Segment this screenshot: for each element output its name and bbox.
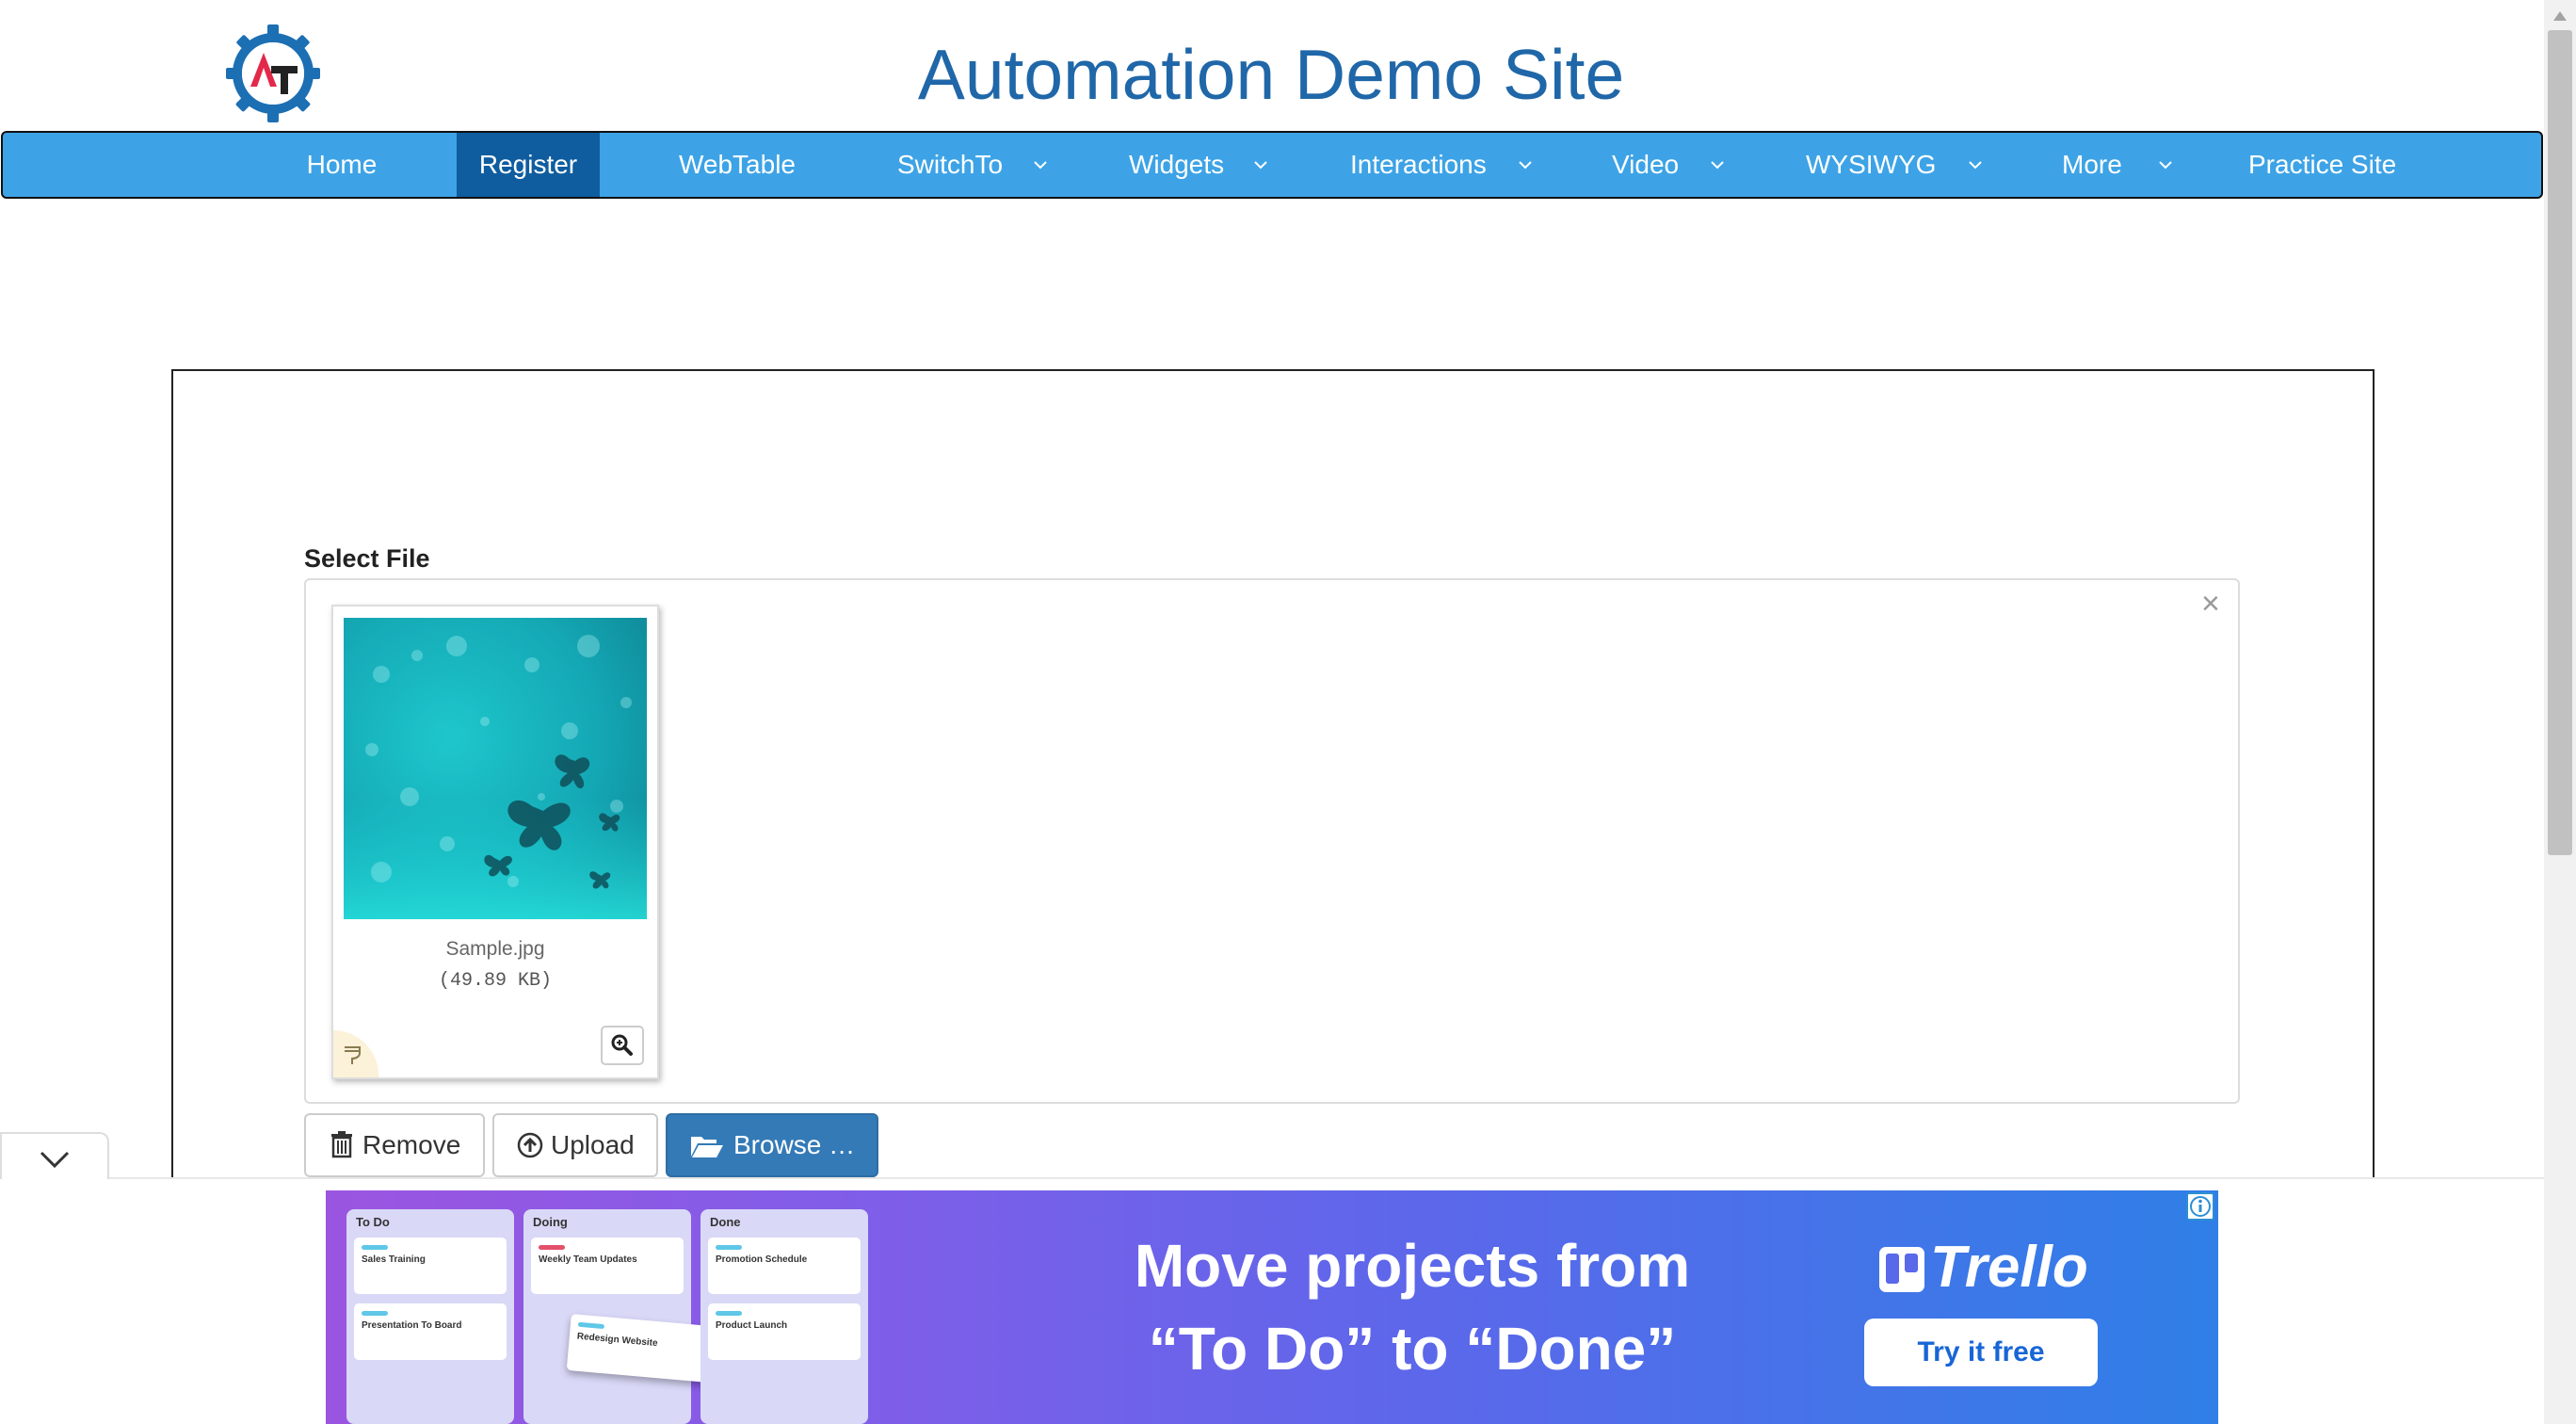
browse-button-label: Browse … [733,1130,856,1159]
main-navbar: Home Register WebTable SwitchTo Widgets … [1,131,2543,199]
upload-button[interactable]: Upload [492,1113,658,1177]
board-card-title: Weekly Team Updates [539,1254,637,1265]
close-icon[interactable]: × [2201,588,2220,620]
file-name: Sample.jpg [445,938,545,960]
browse-button[interactable]: Browse … [666,1113,878,1177]
try-it-free-button[interactable]: Try it free [1864,1319,2098,1386]
trash-icon [331,1131,352,1158]
chevron-down-icon [2159,161,2172,170]
nav-wysiwyg[interactable]: WYSIWYG [1806,133,1994,197]
file-preview-card: Sample.jpg (49.89 KB) [331,605,659,1079]
upload-icon [517,1132,543,1158]
collapse-ad-tab[interactable] [0,1132,109,1179]
nav-video[interactable]: Video [1612,133,1744,197]
nav-wysiwyg-label: WYSIWYG [1806,150,1937,179]
nav-webtable[interactable]: WebTable [662,133,813,197]
board-column: Doing Weekly Team Updates Redesign Websi… [523,1209,724,1424]
board-column-title: Doing [533,1215,568,1229]
board-column-title: Done [710,1215,741,1229]
board-card-title: Presentation To Board [362,1320,462,1331]
board-card-title: Product Launch [716,1320,788,1331]
nav-register[interactable]: Register [457,133,600,197]
chevron-down-icon [1711,161,1724,170]
nav-switchto[interactable]: SwitchTo [897,133,1067,197]
nav-practice-site[interactable]: Practice Site [2248,133,2408,197]
drag-handle-icon[interactable] [333,1030,378,1077]
board-card: Sales Training [354,1238,507,1294]
zoom-in-icon [611,1034,633,1056]
nav-home-label: Home [306,150,378,179]
board-column: To Do Sales Training Presentation To Boa… [346,1209,514,1424]
chevron-down-icon [1969,161,1982,170]
scrollbar-thumb[interactable] [2548,30,2572,855]
zoom-button[interactable] [601,1026,644,1065]
file-size: (49.89 KB) [438,970,553,992]
nav-video-label: Video [1612,150,1680,179]
board-card: Weekly Team Updates [531,1238,684,1294]
nav-practice-site-label: Practice Site [2248,150,2397,179]
ad-headline-line2: “To Do” to “Done” [1148,1315,1677,1383]
board-card-title: Redesign Website [576,1331,658,1350]
nav-register-label: Register [478,150,578,179]
remove-button[interactable]: Remove [304,1113,485,1177]
remove-button-label: Remove [362,1130,461,1159]
chevron-down-icon [1034,161,1047,170]
board-column-title: To Do [356,1215,390,1229]
nav-interactions-label: Interactions [1350,150,1487,179]
nav-interactions[interactable]: Interactions [1350,133,1538,197]
nav-more-label: More [2062,150,2122,179]
select-file-label: Select File [304,544,430,573]
board-card: Product Launch [708,1303,861,1360]
trello-board-icon [1879,1247,1924,1292]
board-card-title: Promotion Schedule [716,1254,808,1265]
chevron-down-icon [40,1151,70,1169]
chevron-down-icon [1519,161,1532,170]
page-scrollbar[interactable] [2544,0,2576,1424]
ad-info-icon[interactable] [2186,1192,2214,1221]
nav-webtable-label: WebTable [678,150,796,179]
trello-brand-text: Trello [1930,1235,2088,1300]
board-card: Presentation To Board [354,1303,507,1360]
board-card-title: Sales Training [362,1254,426,1265]
chevron-down-icon [1254,161,1267,170]
board-card: Promotion Schedule [708,1238,861,1294]
nav-switchto-label: SwitchTo [897,150,1004,179]
ad-headline: Move projects from “To Do” to “Done” [1036,1224,1789,1390]
file-thumbnail-image [344,618,647,919]
nav-more[interactable]: More [2062,133,2184,197]
ad-headline-line1: Move projects from [1134,1232,1691,1300]
nav-home[interactable]: Home [276,133,408,197]
trello-logo: Trello [1879,1234,2088,1301]
scroll-up-arrow-icon[interactable] [2553,11,2567,21]
board-column: Done Promotion Schedule Product Launch [700,1209,868,1424]
site-title: Automation Demo Site [917,35,1625,114]
nav-widgets[interactable]: Widgets [1129,133,1289,197]
nav-widgets-label: Widgets [1129,150,1225,179]
folder-open-icon [691,1137,723,1157]
upload-button-label: Upload [551,1130,635,1159]
